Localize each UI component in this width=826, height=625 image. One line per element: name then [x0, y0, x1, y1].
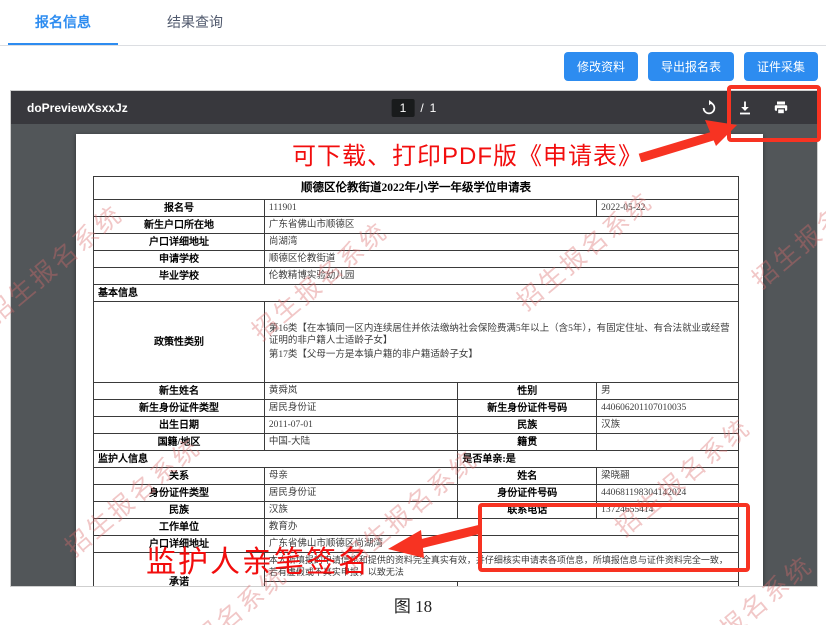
table-row: 报名号 111901 2022-05-22 [94, 200, 739, 217]
annotation-arrow-up-icon [637, 118, 737, 162]
field-value: 居民身份证 [264, 485, 458, 502]
field-value: 母亲 [264, 468, 458, 485]
annotation-arrow-left-icon [388, 522, 483, 564]
table-row: 政策性类别 第16类【在本镇同一区内连续居住并依法缴纳社会保险费满5年以上（含5… [94, 302, 739, 383]
field-value: 广东省佛山市顺德区 [264, 217, 738, 234]
field-value: 教育办 [264, 519, 738, 536]
field-value: 440606201107010035 [597, 400, 739, 417]
field-value: 111901 [264, 200, 596, 217]
field-label: 新生身份证件类型 [94, 400, 265, 417]
print-icon[interactable] [773, 100, 789, 116]
field-value: 第16类【在本镇同一区内连续居住并依法缴纳社会保险费满5年以上（含5年），有固定… [264, 302, 738, 383]
field-label: 工作单位 [94, 519, 265, 536]
table-row: 监护人信息 是否单亲:是 [94, 451, 739, 468]
table-row: 毕业学校 伦教精博实验幼儿园 [94, 268, 739, 285]
download-icon[interactable] [737, 100, 753, 116]
export-form-button[interactable]: 导出报名表 [648, 52, 734, 81]
field-label: 新生户口所在地 [94, 217, 265, 234]
annotation-download-print: 可下载、打印PDF版《申请表》 [292, 136, 643, 171]
single-parent-flag: 是否单亲:是 [458, 451, 739, 468]
active-tab-underline [8, 43, 118, 45]
field-label: 关系 [94, 468, 265, 485]
pdf-viewport: 顺德区伦教街道2022年小学一年级学位申请表 报名号 111901 2022-0… [11, 124, 817, 586]
tab-bar: 报名信息 结果查询 [0, 0, 826, 46]
pdf-toolbar-icons [701, 100, 817, 116]
field-label: 毕业学校 [94, 268, 265, 285]
pdf-page: 顺德区伦教街道2022年小学一年级学位申请表 报名号 111901 2022-0… [76, 134, 763, 586]
section-header-guardian-info: 监护人信息 [94, 451, 458, 468]
field-value: 男 [597, 383, 739, 400]
field-value: 2022-05-22 [597, 200, 739, 217]
field-label: 民族 [94, 502, 265, 519]
page-number-input[interactable]: 1 [392, 99, 415, 117]
figure-caption: 图 18 [0, 592, 826, 617]
table-row: 民族 汉族 联系电话 13724655414 [94, 502, 739, 519]
field-value: 2011-07-01 [264, 417, 458, 434]
table-row: 新生姓名 黄舜岚 性别 男 [94, 383, 739, 400]
certificate-capture-button[interactable]: 证件采集 [744, 52, 818, 81]
table-row: 基本信息 [94, 285, 739, 302]
field-value: 440681198304142024 [597, 485, 739, 502]
table-row: 新生身份证件类型 居民身份证 新生身份证件号码 4406062011070100… [94, 400, 739, 417]
table-row: 顺德区伦教街道2022年小学一年级学位申请表 [94, 177, 739, 200]
field-label: 政策性类别 [94, 302, 265, 383]
field-label: 新生身份证件号码 [458, 400, 597, 417]
tab-registration-info[interactable]: 报名信息 [8, 12, 118, 32]
field-label: 姓名 [458, 468, 597, 485]
field-label: 出生日期 [94, 417, 265, 434]
tab-result-query[interactable]: 结果查询 [140, 12, 250, 32]
pdf-title: doPreviewXsxxJz [11, 101, 128, 115]
table-row: 出生日期 2011-07-01 民族 汉族 [94, 417, 739, 434]
table-row: 申请学校 顺德区伦教街道 [94, 251, 739, 268]
field-label: 身份证件类型 [94, 485, 265, 502]
section-header-basic-info: 基本信息 [94, 285, 739, 302]
table-row: 新生户口所在地 广东省佛山市顺德区 [94, 217, 739, 234]
field-label: 民族 [458, 417, 597, 434]
field-label: 报名号 [94, 200, 265, 217]
field-value: 中国-大陆 [264, 434, 458, 451]
field-label: 籍贯 [458, 434, 597, 451]
rotate-icon[interactable] [701, 100, 717, 116]
field-value: 伦教精博实验幼儿园 [264, 268, 738, 285]
table-row: 户口详细地址 尚湖湾 [94, 234, 739, 251]
field-label: 新生姓名 [94, 383, 265, 400]
field-value: 黄舜岚 [264, 383, 458, 400]
field-label: 申请学校 [94, 251, 265, 268]
field-value: 尚湖湾 [264, 234, 738, 251]
page: 报名信息 结果查询 修改资料 导出报名表 证件采集 doPreviewXsxxJ… [0, 0, 826, 625]
policy-line-2: 第17类【父母一方是本镇户籍的非户籍适龄子女】 [269, 349, 734, 361]
field-value: 梁晓翮 [597, 468, 739, 485]
table-row: 身份证件类型 居民身份证 身份证件号码 440681198304142024 [94, 485, 739, 502]
policy-line-1: 第16类【在本镇同一区内连续居住并依法缴纳社会保险费满5年以上（含5年），有固定… [269, 323, 734, 348]
page-indicator: 1 / 1 [392, 99, 437, 117]
form-title: 顺德区伦教街道2022年小学一年级学位申请表 [94, 177, 739, 200]
field-value: 汉族 [597, 417, 739, 434]
action-button-group: 修改资料 导出报名表 证件采集 [564, 52, 818, 81]
field-label: 性别 [458, 383, 597, 400]
field-value: 顺德区伦教街道 [264, 251, 738, 268]
table-row: 国籍/地区 中国-大陆 籍贯 [94, 434, 739, 451]
field-value: 汉族 [264, 502, 458, 519]
field-label: 国籍/地区 [94, 434, 265, 451]
field-label: 联系电话 [458, 502, 597, 519]
field-value [597, 434, 739, 451]
field-value: 13724655414 [597, 502, 739, 519]
field-label: 户口详细地址 [94, 234, 265, 251]
page-separator: / [420, 101, 423, 115]
field-label: 身份证件号码 [458, 485, 597, 502]
guardian-signature-cell: 监护人签名：，2022年 月 日 [458, 582, 739, 587]
annotation-signature: 监护人亲笔签名 [146, 537, 370, 581]
table-row: 关系 母亲 姓名 梁晓翮 [94, 468, 739, 485]
field-value: 居民身份证 [264, 400, 458, 417]
page-total: 1 [430, 101, 437, 115]
empty-cell [264, 582, 458, 587]
edit-data-button[interactable]: 修改资料 [564, 52, 638, 81]
